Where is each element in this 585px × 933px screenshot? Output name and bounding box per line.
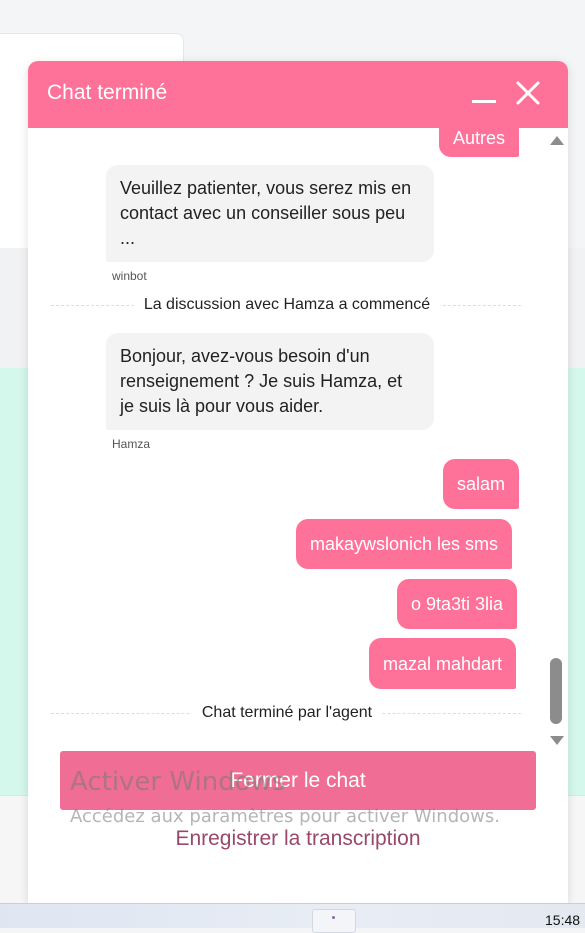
system-message-start: La discussion avec Hamza a commencé [28, 296, 546, 314]
close-chat-button[interactable]: Fermer le chat [60, 751, 536, 810]
chat-title: Chat terminé [47, 81, 168, 104]
sender-label: winbot [112, 269, 147, 283]
bot-message: Veuillez patienter, vous serez mis en co… [106, 165, 434, 262]
taskbar-clock[interactable]: 15:48 [545, 912, 580, 928]
message-list[interactable]: Autres Veuillez patienter, vous serez mi… [28, 128, 548, 723]
user-message: o 9ta3ti 3lia [397, 579, 518, 629]
chat-window: Chat terminé Autres Veuillez patienter, … [28, 61, 568, 903]
user-message: salam [443, 459, 520, 509]
user-message-partial: Autres [439, 128, 520, 157]
scrollbar-thumb[interactable] [550, 658, 562, 724]
agent-message: Bonjour, avez-vous besoin d'un renseigne… [106, 333, 434, 430]
user-message: makaywslonich les sms [296, 519, 513, 569]
user-message: mazal mahdart [369, 638, 517, 689]
taskbar: 15:48 [0, 903, 585, 933]
close-icon[interactable] [512, 77, 544, 109]
taskbar-app-button[interactable] [312, 909, 356, 933]
chat-header: Chat terminé [28, 61, 568, 128]
minimize-icon[interactable] [464, 79, 504, 113]
sender-label: Hamza [112, 437, 151, 451]
save-transcript-link[interactable]: Enregistrer la transcription [28, 827, 568, 851]
system-message-end: Chat terminé par l'agent [28, 704, 546, 722]
scroll-up-icon[interactable] [550, 136, 564, 145]
scroll-down-icon[interactable] [550, 736, 564, 745]
